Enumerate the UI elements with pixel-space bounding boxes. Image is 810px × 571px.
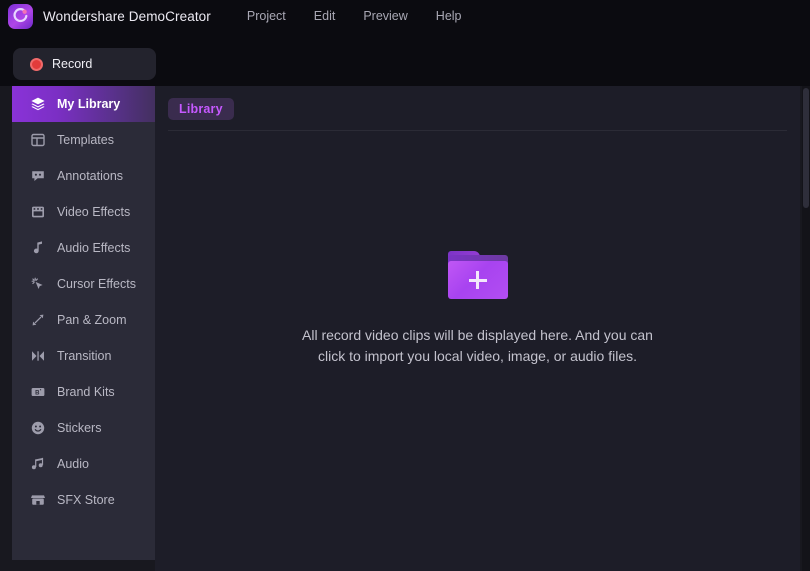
menu-bar: Project Edit Preview Help [247, 9, 462, 23]
layout-grid-icon [30, 132, 46, 148]
sidebar-item-label: Audio [57, 457, 89, 471]
folder-plus-vertical [476, 271, 479, 289]
menu-item-preview[interactable]: Preview [363, 9, 407, 23]
sidebar-item-label: Cursor Effects [57, 277, 136, 291]
diagonal-arrows-icon [30, 312, 46, 328]
vertical-scrollbar-thumb[interactable] [803, 88, 809, 208]
brand-card-icon: B [30, 384, 46, 400]
sidebar-item-label: Pan & Zoom [57, 313, 127, 327]
tab-library-label: Library [179, 102, 223, 116]
sidebar-item-label: My Library [57, 97, 121, 111]
sidebar-item-label: Audio Effects [57, 241, 131, 255]
film-strip-icon [30, 204, 46, 220]
tab-library[interactable]: Library [168, 98, 234, 120]
record-button[interactable]: Record [13, 48, 156, 80]
empty-state: All record video clips will be displayed… [155, 131, 800, 571]
record-button-label: Record [52, 57, 93, 71]
democreator-logo-icon [8, 3, 33, 29]
menu-item-project[interactable]: Project [247, 9, 286, 23]
sidebar-item-cursor-effects[interactable]: Cursor Effects [12, 266, 155, 302]
layers-icon [30, 96, 46, 112]
speech-bubble-icon [30, 168, 46, 184]
app-title: Wondershare DemoCreator [43, 8, 211, 24]
sidebar: My Library Templates Annotations Video E… [12, 86, 155, 560]
sidebar-item-label: Stickers [57, 421, 102, 435]
record-dot-icon [30, 57, 43, 71]
sidebar-item-label: Transition [57, 349, 112, 363]
sidebar-item-video-effects[interactable]: Video Effects [12, 194, 155, 230]
cursor-sparkle-icon [30, 276, 46, 292]
record-toolbar: Record [0, 32, 810, 86]
library-panel: Library All record video clips will be d… [155, 86, 800, 571]
sidebar-item-annotations[interactable]: Annotations [12, 158, 155, 194]
music-notes-icon [30, 456, 46, 472]
store-icon [30, 492, 46, 508]
panel-tabs: Library [155, 86, 800, 131]
sidebar-item-label: SFX Store [57, 493, 115, 507]
sidebar-item-sfx-store[interactable]: SFX Store [12, 482, 155, 518]
workspace: My Library Templates Annotations Video E… [0, 86, 810, 571]
sidebar-item-pan-and-zoom[interactable]: Pan & Zoom [12, 302, 155, 338]
svg-text:B: B [35, 390, 40, 396]
sidebar-item-audio[interactable]: Audio [12, 446, 155, 482]
sidebar-item-templates[interactable]: Templates [12, 122, 155, 158]
sidebar-item-transition[interactable]: Transition [12, 338, 155, 374]
transition-icon [30, 348, 46, 364]
sidebar-item-brand-kits[interactable]: B Brand Kits [12, 374, 155, 410]
sidebar-item-stickers[interactable]: Stickers [12, 410, 155, 446]
sidebar-item-audio-effects[interactable]: Audio Effects [12, 230, 155, 266]
sidebar-item-my-library[interactable]: My Library [12, 86, 155, 122]
title-bar: Wondershare DemoCreator Project Edit Pre… [0, 0, 810, 32]
smiley-icon [30, 420, 46, 436]
sidebar-item-label: Annotations [57, 169, 124, 183]
menu-item-help[interactable]: Help [436, 9, 462, 23]
folder-plus-icon[interactable] [447, 251, 508, 299]
sidebar-item-label: Brand Kits [57, 385, 115, 399]
empty-state-message: All record video clips will be displayed… [302, 327, 653, 364]
sidebar-item-label: Video Effects [57, 205, 131, 219]
logo-swirl-icon [13, 7, 28, 22]
vertical-scrollbar-track[interactable] [802, 86, 810, 571]
sidebar-item-label: Templates [57, 133, 114, 147]
music-note-icon [30, 240, 46, 256]
menu-item-edit[interactable]: Edit [314, 9, 336, 23]
